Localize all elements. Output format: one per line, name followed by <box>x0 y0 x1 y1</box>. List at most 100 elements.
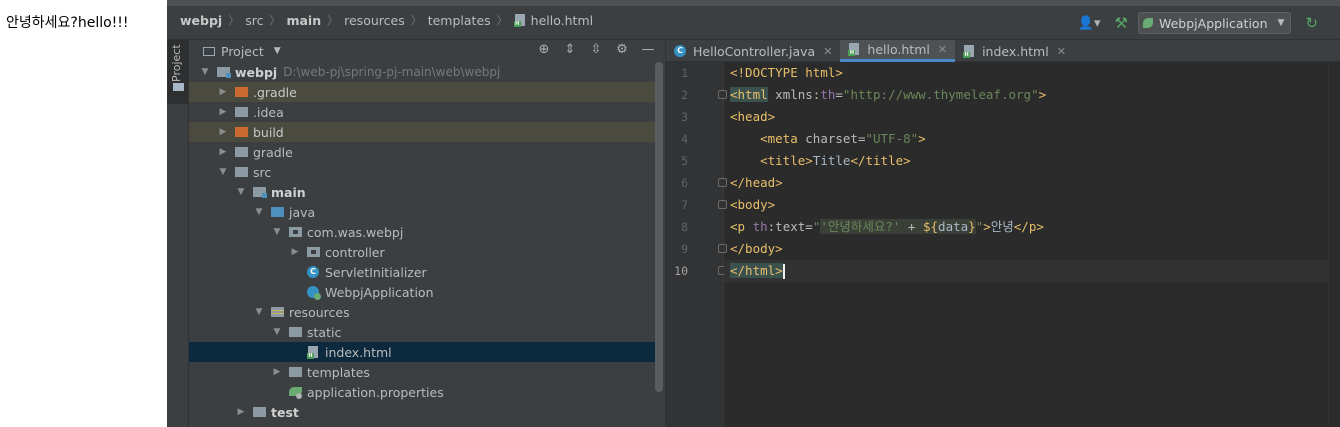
tree-item-label: static <box>307 324 342 340</box>
chevron-down-icon[interactable]: ▼ <box>274 46 281 56</box>
folder-icon <box>235 147 248 157</box>
tree-item-main[interactable]: ▼ main <box>189 182 655 202</box>
tree-item-webpj[interactable]: ▼ webpj D:\web-pj\spring-pj-main\web\web… <box>189 62 655 82</box>
tree-item-resources[interactable]: ▼ resources <box>189 302 655 322</box>
chevron-right-icon: 〉 <box>410 14 422 27</box>
doctype-token: <!DOCTYPE html> <box>730 65 843 80</box>
gear-icon[interactable]: ⚙ <box>609 42 635 57</box>
chevron-right-icon: 〉 <box>327 14 339 27</box>
resources-folder-icon <box>271 307 284 317</box>
code-line: <head> <box>724 106 1340 128</box>
excluded-folder-icon <box>235 127 248 137</box>
line-number: 7 <box>681 198 688 212</box>
close-icon[interactable]: ✕ <box>823 45 832 58</box>
tab-hello-html[interactable]: H hello.html ✕ <box>840 40 956 62</box>
tree-item-com-was-webpj[interactable]: ▼ com.was.webpj <box>189 222 655 242</box>
chevron-right-icon[interactable]: ▶ <box>217 107 229 117</box>
close-icon[interactable]: ✕ <box>1057 45 1066 58</box>
project-panel-actions: ⊕ ⇕ ⇳ ⚙ — <box>531 42 661 57</box>
tree-item-application-properties[interactable]: application.properties <box>189 382 655 402</box>
project-path: D:\web-pj\spring-pj-main\web\webpj <box>283 65 501 79</box>
chevron-down-icon[interactable]: ▼ <box>271 327 283 337</box>
locate-icon[interactable]: ⊕ <box>531 42 557 57</box>
ide-window: webpj 〉 src 〉 main 〉 resources 〉 templat… <box>167 0 1340 427</box>
tab-index-html[interactable]: H index.html ✕ <box>955 40 1074 62</box>
project-view-title[interactable]: Project <box>221 44 264 59</box>
tree-item-gradle-cache[interactable]: ▶ .gradle <box>189 82 655 102</box>
tag-token: > <box>918 131 926 146</box>
tree-item-build[interactable]: ▶ build <box>189 122 655 142</box>
tree-item-idea[interactable]: ▶ .idea <box>189 102 655 122</box>
tree-item-src[interactable]: ▼ src <box>189 162 655 182</box>
expand-all-icon[interactable]: ⇕ <box>557 42 583 57</box>
tree-item-servlet-initializer[interactable]: C ServletInitializer <box>189 262 655 282</box>
html-file-icon: H <box>963 44 976 58</box>
tree-item-test[interactable]: ▶ test <box>189 402 655 422</box>
chevron-right-icon[interactable]: ▶ <box>235 407 247 417</box>
tag-token: <meta <box>760 131 798 146</box>
minimize-icon[interactable]: — <box>635 42 661 57</box>
tree-item-java[interactable]: ▼ java <box>189 202 655 222</box>
breadcrumb-item-main[interactable]: main <box>286 13 321 28</box>
tree-item-templates[interactable]: ▶ templates <box>189 362 655 382</box>
chevron-down-icon[interactable]: ▼ <box>235 187 247 197</box>
breadcrumb-item-hello-html[interactable]: hello.html <box>531 13 593 28</box>
rendered-page-text: 안녕하세요?hello!!! <box>6 15 129 31</box>
user-icon[interactable]: 👤▾ <box>1078 16 1101 31</box>
toolbar-overflow[interactable] <box>1322 14 1340 32</box>
spring-class-icon <box>307 286 321 300</box>
navigation-bar: webpj 〉 src 〉 main 〉 resources 〉 templat… <box>167 0 1340 40</box>
tab-label: hello.html <box>867 42 930 57</box>
code-area[interactable]: <!DOCTYPE html> <html xmlns:th="http://w… <box>724 62 1340 427</box>
tag-token: <p <box>730 219 753 234</box>
chevron-down-icon: ▼ <box>1277 18 1285 28</box>
code-editor: C HelloController.java ✕ H hello.html ✕ … <box>666 40 1340 427</box>
build-hammer-icon[interactable]: ⚒ <box>1115 14 1128 32</box>
tab-label: index.html <box>982 43 1049 59</box>
line-number: 2 <box>681 88 688 102</box>
line-number: 3 <box>681 110 688 124</box>
folder-icon <box>235 167 248 177</box>
chevron-right-icon[interactable]: ▶ <box>217 127 229 137</box>
chevron-right-icon: 〉 <box>228 14 240 27</box>
tree-item-controller[interactable]: ▶ controller <box>189 242 655 262</box>
tree-item-index-html[interactable]: H index.html <box>189 342 655 362</box>
attr-token: :text= <box>767 219 813 234</box>
chevron-down-icon[interactable]: ▼ <box>253 307 265 317</box>
chevron-right-icon[interactable]: ▶ <box>271 367 283 377</box>
tree-item-gradle[interactable]: ▶ gradle <box>189 142 655 162</box>
tab-hello-controller-java[interactable]: C HelloController.java ✕ <box>666 40 840 62</box>
breadcrumb-item-webpj[interactable]: webpj <box>180 13 222 28</box>
tag-token: <html <box>730 87 768 102</box>
tree-item-webpj-application[interactable]: WebpjApplication <box>189 282 655 302</box>
chevron-down-icon[interactable]: ▼ <box>199 67 211 77</box>
tree-item-label: .idea <box>253 104 284 120</box>
chevron-down-icon[interactable]: ▼ <box>253 207 265 217</box>
source-folder-icon <box>271 207 284 217</box>
chevron-down-icon[interactable]: ▼ <box>217 167 229 177</box>
folder-icon <box>173 83 184 91</box>
project-tool-tab[interactable]: Project <box>167 40 188 104</box>
chevron-right-icon[interactable]: ▶ <box>217 87 229 97</box>
breadcrumb-item-src[interactable]: src <box>245 13 263 28</box>
run-configuration-select[interactable]: WebpjApplication ▼ <box>1137 12 1292 34</box>
breadcrumb-item-templates[interactable]: templates <box>428 13 491 28</box>
module-folder-icon <box>217 67 231 78</box>
chevron-right-icon[interactable]: ▶ <box>217 147 229 157</box>
chevron-down-icon[interactable]: ▼ <box>271 227 283 237</box>
folder-icon <box>289 327 302 337</box>
tree-item-static[interactable]: ▼ static <box>189 322 655 342</box>
breadcrumb-item-resources[interactable]: resources <box>344 13 405 28</box>
rerun-icon[interactable]: ↻ <box>1305 14 1318 32</box>
editor-scrollbar[interactable] <box>1328 62 1340 427</box>
tree-item-label: src <box>253 164 272 180</box>
folder-icon <box>235 107 248 117</box>
collapse-all-icon[interactable]: ⇳ <box>583 42 609 57</box>
tree-item-label: java <box>289 204 316 220</box>
chevron-right-icon[interactable]: ▶ <box>289 247 301 257</box>
close-icon[interactable]: ✕ <box>938 43 947 56</box>
project-tree-scrollbar[interactable] <box>655 62 663 392</box>
toolbar: 👤▾ ⚒ WebpjApplication ▼ ↻ <box>1078 10 1340 36</box>
